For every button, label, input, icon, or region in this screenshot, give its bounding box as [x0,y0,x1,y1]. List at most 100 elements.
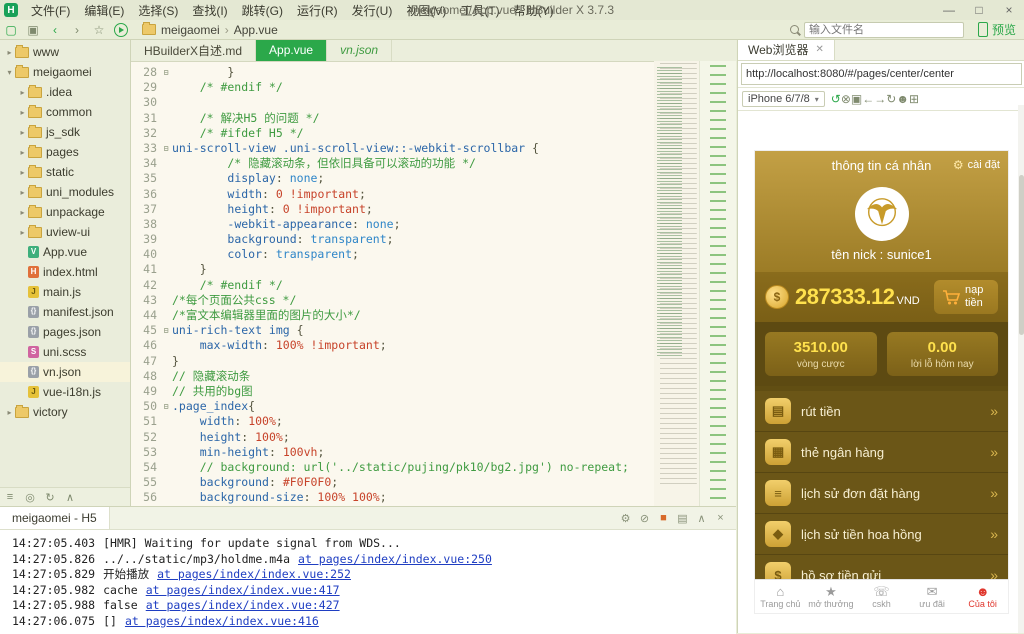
line-number[interactable]: 55 [131,475,160,490]
line-number[interactable]: 43 [131,293,160,308]
maximize-icon[interactable]: □ [964,0,994,20]
fold-icon[interactable] [160,171,172,186]
line-number[interactable]: 46 [131,338,160,353]
breadcrumb-file[interactable]: App.vue [234,23,278,37]
url-input[interactable] [741,63,1022,85]
browser-tab[interactable]: Web浏览器 ✕ [738,39,835,60]
tree-item[interactable]: main.js [0,282,130,302]
overview-ruler[interactable] [699,61,736,506]
fold-icon[interactable] [60,491,80,504]
code-line[interactable]: 53 min-height: 100vh; [131,445,652,460]
fold-icon[interactable] [160,126,172,141]
fold-icon[interactable] [160,430,172,445]
fold-icon[interactable] [160,187,172,202]
fold-icon[interactable] [160,247,172,262]
menu-list-item[interactable]: rút tiền [755,391,1008,432]
tree-arrow-icon[interactable] [17,88,28,97]
back-icon[interactable]: ‹ [44,23,66,37]
tree-item[interactable]: victory [0,402,130,422]
code-line[interactable]: 48 // 隐藏滚动条 [131,369,652,384]
fold-icon[interactable] [160,278,172,293]
tree-item[interactable]: meigaomei [0,62,130,82]
settings-button[interactable]: ⚙ cài đặt [953,151,1000,179]
line-number[interactable]: 51 [131,414,160,429]
gear-icon[interactable] [616,512,635,525]
nav-item[interactable]: Của tôi [957,580,1008,613]
menu-list-item[interactable]: lịch sử tiền hoa hồng [755,514,1008,555]
fold-icon[interactable] [160,475,172,490]
log-source-link[interactable]: at pages/index/index.vue:252 [157,567,351,581]
code-line[interactable]: 40 color: transparent; [131,247,652,262]
line-number[interactable]: 37 [131,202,160,217]
line-number[interactable]: 32 [131,126,160,141]
code-area[interactable]: 28 } 29 /* #endif */ 30 31 /* 解决H5 的问题 *… [131,61,652,506]
fold-icon[interactable] [160,460,172,475]
line-number[interactable]: 34 [131,156,160,171]
fold-icon[interactable] [160,414,172,429]
fold-icon[interactable] [160,369,172,384]
line-number[interactable]: 44 [131,308,160,323]
search-input[interactable] [803,21,964,38]
tree-arrow-icon[interactable] [17,148,28,157]
nav-item[interactable]: Trang chủ [755,580,806,613]
code-line[interactable]: 32 /* #ifdef H5 */ [131,126,652,141]
avatar[interactable] [854,187,909,241]
line-number[interactable]: 52 [131,430,160,445]
close-icon[interactable]: × [994,0,1024,20]
fold-icon[interactable] [160,111,172,126]
tree-item[interactable]: uni_modules [0,182,130,202]
code-line[interactable]: 46 max-width: 100% !important; [131,338,652,353]
forward-icon[interactable] [874,92,886,106]
fold-icon[interactable] [160,232,172,247]
tree-item[interactable]: uview-ui [0,222,130,242]
line-number[interactable]: 42 [131,278,160,293]
tree-item[interactable]: vn.json [0,362,130,382]
back-icon[interactable] [862,92,874,106]
code-line[interactable]: 45 uni-rich-text img { [131,323,652,338]
menu-item[interactable]: 发行(U) [345,2,400,19]
close-tab-icon[interactable]: ✕ [815,44,823,55]
run-button[interactable] [114,22,128,37]
fold-icon[interactable] [160,445,172,460]
nav-item[interactable]: ưu đãi [907,580,958,613]
star-icon[interactable]: ☆ [88,23,110,37]
tree-item[interactable]: js_sdk [0,122,130,142]
code-line[interactable]: 31 /* 解决H5 的问题 */ [131,111,652,126]
line-number[interactable]: 36 [131,187,160,202]
menu-list-item[interactable]: lịch sử đơn đặt hàng [755,473,1008,514]
code-line[interactable]: 39 background: transparent; [131,232,652,247]
tree-item[interactable]: common [0,102,130,122]
code-line[interactable]: 47 } [131,354,652,369]
menu-item[interactable]: 跳转(G) [235,2,290,19]
code-line[interactable]: 35 display: none; [131,171,652,186]
log-source-link[interactable]: at pages/index/index.vue:417 [146,583,340,597]
tree-arrow-icon[interactable] [4,68,15,77]
code-line[interactable]: 37 height: 0 !important; [131,202,652,217]
menu-item[interactable]: 文件(F) [24,2,77,19]
tree-item[interactable]: App.vue [0,242,130,262]
screenshot-icon[interactable] [851,92,862,106]
minimap[interactable] [654,61,700,506]
code-line[interactable]: 55 background: #F0F0F0; [131,475,652,490]
fold-icon[interactable] [160,217,172,232]
locate-icon[interactable] [20,491,40,504]
fold-icon[interactable] [160,308,172,323]
fold-icon[interactable] [160,399,172,414]
code-line[interactable]: 41 } [131,262,652,277]
tree-arrow-icon[interactable] [17,188,28,197]
line-number[interactable]: 39 [131,232,160,247]
fold-icon[interactable] [160,95,172,110]
tree-arrow-icon[interactable] [17,228,28,237]
rotate-icon[interactable] [831,92,841,106]
ban-icon[interactable] [635,512,654,525]
line-number[interactable]: 50 [131,399,160,414]
line-number[interactable]: 28 [131,65,160,80]
fold-icon[interactable] [160,202,172,217]
fold-icon[interactable] [160,293,172,308]
tree-arrow-icon[interactable] [17,208,28,217]
tree-arrow-icon[interactable] [17,128,28,137]
editor-tab[interactable]: App.vue [256,39,328,61]
line-number[interactable]: 45 [131,323,160,338]
tree-item[interactable]: .idea [0,82,130,102]
line-number[interactable]: 31 [131,111,160,126]
